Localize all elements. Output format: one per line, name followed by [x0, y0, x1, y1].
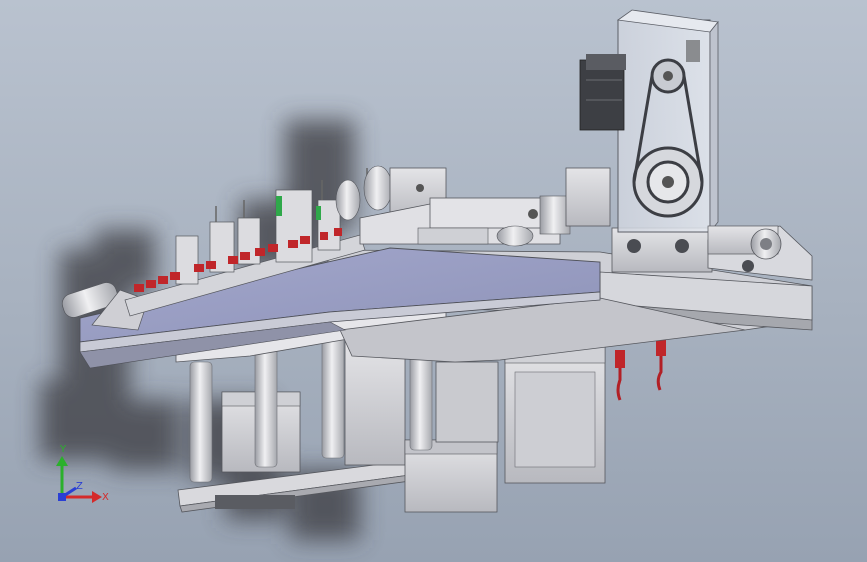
stepper-motor-right: [504, 344, 606, 484]
axis-label-y: Y: [59, 444, 67, 455]
axis-label-z: Z: [76, 481, 83, 492]
green-sensor: [276, 196, 282, 216]
drive-tower: [579, 9, 719, 273]
axis-label-x: X: [102, 492, 109, 503]
assembly-model[interactable]: Y X Z: [0, 0, 867, 562]
cad-viewport[interactable]: Y X Z: [0, 0, 867, 562]
center-blocks: [359, 167, 611, 247]
drive-stepper-motor: [579, 54, 626, 131]
red-sensor-cables: [616, 340, 663, 401]
